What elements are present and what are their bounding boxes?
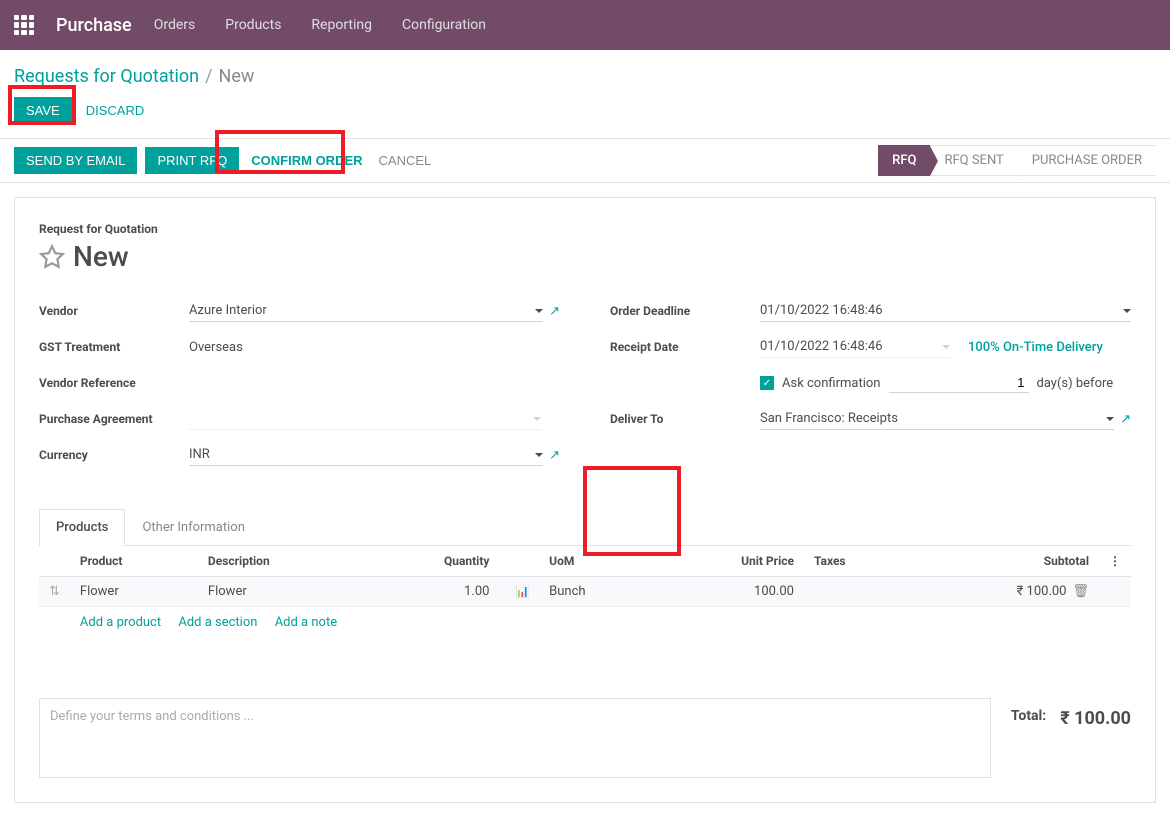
form-title-label: Request for Quotation (39, 222, 1131, 236)
cell-quantity[interactable]: 1.00 (365, 577, 499, 607)
deliver-to-field[interactable] (760, 408, 1114, 430)
chevron-down-icon[interactable] (1123, 309, 1131, 313)
apps-icon[interactable] (14, 15, 34, 35)
cell-taxes[interactable] (804, 577, 910, 607)
col-product[interactable]: Product (70, 546, 198, 577)
form-title: New (73, 240, 129, 273)
days-suffix: day(s) before (1037, 376, 1114, 391)
cell-subtotal: ₹ 100.00🗑 (910, 577, 1099, 607)
label-deliver-to: Deliver To (610, 412, 760, 426)
add-note-link[interactable]: Add a note (275, 615, 337, 630)
cell-description[interactable]: Flower (198, 577, 365, 607)
label-vendor: Vendor (39, 304, 189, 318)
form-card: Request for Quotation New Vendor ↗ GST T… (14, 197, 1156, 803)
nav-configuration[interactable]: Configuration (402, 17, 486, 33)
discard-button[interactable]: DISCARD (82, 97, 149, 124)
topbar: Purchase Orders Products Reporting Confi… (0, 0, 1170, 50)
ask-confirmation-checkbox[interactable]: ✓ (760, 376, 774, 390)
tabs: Products Other Information (39, 509, 1131, 546)
nav-menu: Orders Products Reporting Configuration (154, 17, 486, 33)
nav-reporting[interactable]: Reporting (311, 17, 372, 33)
products-table: Product Description Quantity UoM Unit Pr… (39, 546, 1131, 638)
drag-handle-icon[interactable]: ⇅ (39, 577, 70, 607)
breadcrumb: Requests for Quotation / New (14, 60, 1156, 87)
col-options-icon[interactable]: ⋮ (1099, 546, 1131, 577)
vendor-field[interactable] (189, 300, 543, 322)
order-deadline-field[interactable] (760, 300, 1131, 322)
label-gst: GST Treatment (39, 340, 189, 354)
status-bar: RFQ RFQ SENT PURCHASE ORDER (878, 145, 1156, 176)
chevron-down-icon[interactable] (1106, 417, 1114, 421)
receipt-date-field[interactable] (760, 336, 950, 358)
col-quantity[interactable]: Quantity (365, 546, 499, 577)
app-title[interactable]: Purchase (56, 15, 132, 36)
tab-other-information[interactable]: Other Information (125, 509, 261, 545)
action-bar: SEND BY EMAIL PRINT RFQ CONFIRM ORDER CA… (0, 138, 1170, 183)
col-description[interactable]: Description (198, 546, 365, 577)
add-row: Add a product Add a section Add a note (39, 607, 1131, 639)
send-email-button[interactable]: SEND BY EMAIL (14, 147, 137, 174)
col-subtotal[interactable]: Subtotal (910, 546, 1099, 577)
col-taxes[interactable]: Taxes (804, 546, 910, 577)
col-unit-price[interactable]: Unit Price (655, 546, 804, 577)
chevron-down-icon[interactable] (942, 345, 950, 349)
confirm-order-button[interactable]: CONFIRM ORDER (247, 147, 366, 174)
label-agreement: Purchase Agreement (39, 412, 189, 426)
add-section-link[interactable]: Add a section (178, 615, 257, 630)
table-row[interactable]: ⇅ Flower Flower 1.00 📊 Bunch 100.00 ₹ 10… (39, 577, 1131, 607)
star-icon[interactable] (39, 244, 65, 270)
breadcrumb-separator: / (205, 66, 212, 87)
chevron-down-icon[interactable] (535, 453, 543, 457)
cell-unit-price[interactable]: 100.00 (655, 577, 804, 607)
status-purchase-order[interactable]: PURCHASE ORDER (1018, 145, 1156, 176)
label-vendor-ref: Vendor Reference (39, 376, 189, 390)
on-time-delivery-link[interactable]: 100% On-Time Delivery (968, 340, 1103, 355)
tab-products[interactable]: Products (39, 509, 125, 546)
nav-products[interactable]: Products (225, 17, 281, 33)
nav-orders[interactable]: Orders (154, 17, 196, 33)
breadcrumb-current: New (219, 66, 255, 87)
total-label: Total: (1011, 708, 1046, 724)
breadcrumb-link[interactable]: Requests for Quotation (14, 66, 199, 87)
ask-confirmation-label: Ask confirmation (782, 376, 881, 391)
status-rfq-sent[interactable]: RFQ SENT (930, 145, 1017, 176)
label-order-deadline: Order Deadline (610, 304, 760, 318)
cell-uom[interactable]: Bunch (539, 577, 655, 607)
cell-product[interactable]: Flower (70, 577, 198, 607)
print-rfq-button[interactable]: PRINT RFQ (145, 147, 239, 174)
add-product-link[interactable]: Add a product (80, 615, 161, 630)
save-button[interactable]: SAVE (14, 97, 72, 124)
total-row: Total: ₹ 100.00 (991, 698, 1131, 778)
external-link-icon[interactable]: ↗ (549, 304, 560, 319)
agreement-field[interactable] (189, 408, 541, 430)
days-before-input[interactable] (889, 373, 1029, 393)
forecast-icon[interactable]: 📊 (515, 585, 529, 598)
terms-textarea[interactable]: Define your terms and conditions ... (39, 698, 991, 778)
cancel-button[interactable]: CANCEL (375, 147, 436, 174)
external-link-icon[interactable]: ↗ (1120, 412, 1131, 427)
label-currency: Currency (39, 448, 189, 462)
external-link-icon[interactable]: ↗ (549, 448, 560, 463)
total-value: ₹ 100.00 (1060, 708, 1131, 729)
col-uom[interactable]: UoM (539, 546, 655, 577)
toolbar: SAVE DISCARD (14, 97, 1156, 124)
status-rfq[interactable]: RFQ (878, 145, 930, 176)
trash-icon[interactable]: 🗑 (1072, 584, 1089, 599)
chevron-down-icon[interactable] (535, 309, 543, 313)
gst-value: Overseas (189, 337, 243, 358)
chevron-down-icon[interactable] (533, 417, 541, 421)
currency-field[interactable] (189, 444, 543, 466)
label-receipt-date: Receipt Date (610, 340, 760, 354)
